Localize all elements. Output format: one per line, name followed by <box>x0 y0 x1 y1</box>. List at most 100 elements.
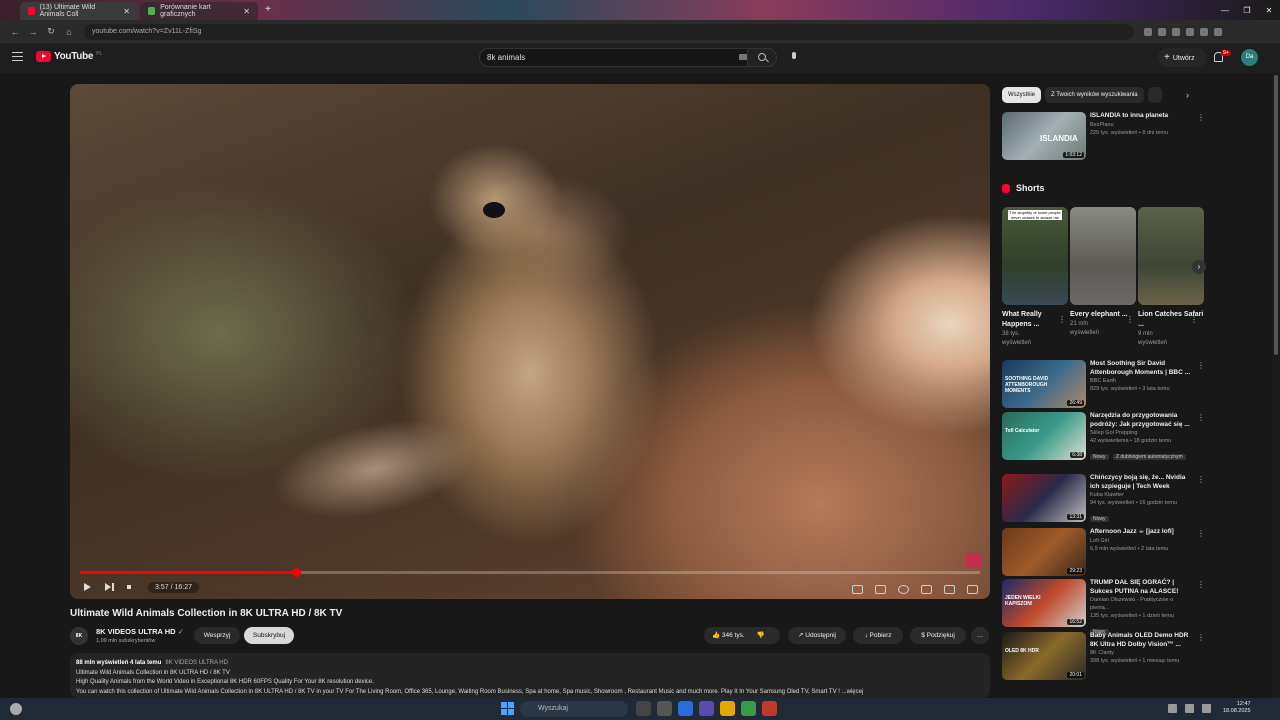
list-item[interactable]: 13:31 Chińczycy boją się, że... Nvidia ic… <box>1002 474 1205 524</box>
list-item[interactable]: SOOTHING DAVID ATTENBOROUGH MOMENTS 26:49… <box>1002 360 1205 410</box>
video-player[interactable]: 3:57 / 16:27 <box>70 84 990 599</box>
fullscreen-icon[interactable] <box>967 585 978 594</box>
like-button[interactable]: 👍 346 tys. <box>712 632 745 639</box>
chip-all[interactable]: Wszystkie <box>1002 87 1041 103</box>
bookmark-star-icon[interactable] <box>1158 27 1166 36</box>
list-item[interactable]: 29:23 Afternoon Jazz ☕ [jazz lofi] Lofi Gi… <box>1002 528 1205 578</box>
video-title[interactable]: Most Soothing Sir David Attenborough Mom… <box>1090 360 1192 377</box>
short-thumbnail[interactable] <box>1070 207 1136 305</box>
home-icon[interactable]: ⌂ <box>60 27 78 37</box>
support-button[interactable]: Wesprzyj <box>194 627 240 644</box>
description-box[interactable]: 88 mln wyświetleń 4 lata temu 8K VIDEOS U… <box>70 653 990 698</box>
play-icon[interactable] <box>82 582 92 592</box>
video-thumbnail[interactable]: OLED 8K HDR 20:01 <box>1002 632 1086 680</box>
list-item[interactable]: Toll Calculator 6:38 Narzędzia do przygoto… <box>1002 412 1205 462</box>
puzzle-icon[interactable] <box>1200 27 1208 36</box>
close-tab-icon[interactable]: ✕ <box>243 7 250 16</box>
keyboard-icon[interactable] <box>739 54 747 60</box>
chip-from-search[interactable]: Z Twoich wyników wyszukiwania <box>1045 87 1144 103</box>
short-thumbnail[interactable]: The stupidity of some people never cease… <box>1002 207 1068 305</box>
progress-bar[interactable] <box>80 568 980 577</box>
video-title[interactable]: TRUMP DAŁ SIĘ OGRAĆ? | Sukces PUTINA na … <box>1090 579 1192 596</box>
wifi-icon[interactable] <box>1185 704 1194 713</box>
video-title[interactable]: ISLANDIA to inna planeta <box>1090 112 1192 121</box>
youtube-logo[interactable]: YouTube PL <box>36 51 102 62</box>
miniplayer-icon[interactable] <box>921 585 932 594</box>
weather-widget-icon[interactable] <box>10 703 22 715</box>
shorts-next-button[interactable]: › <box>1192 260 1206 274</box>
video-thumbnail[interactable]: SOOTHING DAVID ATTENBOROUGH MOMENTS 26:49 <box>1002 360 1086 408</box>
more-options-icon[interactable]: ⋮ <box>1197 529 1205 538</box>
avatar[interactable]: Da <box>1241 49 1258 66</box>
dislike-icon[interactable]: 👎 <box>756 632 764 639</box>
next-icon[interactable] <box>104 582 114 592</box>
browser-tab-youtube[interactable]: (13) Ultimate Wild Animals Coll ✕ <box>20 2 138 20</box>
channel-name[interactable]: Sklep Gol Prepping <box>1090 429 1192 437</box>
channel-name[interactable]: Lofi Girl <box>1090 537 1192 545</box>
video-thumbnail[interactable]: Toll Calculator 6:38 <box>1002 412 1086 460</box>
more-options-icon[interactable]: ⋮ <box>1197 113 1205 122</box>
taskbar-clock[interactable]: 12:47 18.08.2025 <box>1223 701 1251 715</box>
more-options-icon[interactable]: ⋮ <box>1197 633 1205 642</box>
subtitles-icon[interactable] <box>875 585 886 594</box>
channel-avatar[interactable]: 8K <box>70 627 88 645</box>
thanks-button[interactable]: $ Podziękuj <box>910 627 966 644</box>
chevron-up-icon[interactable] <box>1168 704 1177 713</box>
minimize-button[interactable]: — <box>1214 6 1236 15</box>
more-options-icon[interactable]: ⋮ <box>1197 475 1205 484</box>
hamburger-menu-icon[interactable] <box>12 52 23 61</box>
task-view-icon[interactable] <box>636 701 651 716</box>
menu-icon[interactable] <box>1214 27 1222 36</box>
extension-icon[interactable] <box>1186 27 1194 36</box>
outlook-icon[interactable] <box>678 701 693 716</box>
subscribe-button[interactable]: Subskrybuj <box>244 627 294 644</box>
url-input[interactable]: youtube.com/watch?v=Zv11L-ZfiSg <box>84 23 1134 40</box>
more-actions-button[interactable]: … <box>971 627 989 644</box>
microphone-icon[interactable] <box>785 48 804 67</box>
list-item[interactable]: JEDEN WIELKI KAPISZON! 16:52 TRUMP DAŁ SIĘ… <box>1002 579 1205 635</box>
video-title[interactable]: Afternoon Jazz ☕ [jazz lofi] <box>1090 528 1192 537</box>
close-tab-icon[interactable]: ✕ <box>123 7 130 16</box>
short-thumbnail[interactable] <box>1138 207 1204 305</box>
page-scrollbar[interactable] <box>1272 73 1280 698</box>
share-button[interactable]: ↗ Udostępnij <box>788 627 846 644</box>
video-thumbnail[interactable]: 13:31 <box>1002 474 1086 522</box>
channel-name[interactable]: BezPlanu <box>1090 121 1192 129</box>
more-options-icon[interactable]: ⋮ <box>1197 580 1205 589</box>
video-thumbnail[interactable]: JEDEN WIELKI KAPISZON! 16:52 <box>1002 579 1086 627</box>
description-hashtag[interactable]: 8K VIDEOS ULTRA HD <box>165 660 228 666</box>
more-options-icon[interactable]: ⋮ <box>1058 315 1066 324</box>
file-explorer-icon[interactable] <box>720 701 735 716</box>
settings-gear-icon[interactable] <box>898 585 909 594</box>
channel-name[interactable]: 8K VIDEOS ULTRA HD ✓ <box>96 627 184 636</box>
search-input[interactable]: 8k animals ✕ <box>479 48 772 67</box>
chip-more[interactable] <box>1147 87 1162 103</box>
chevron-right-icon[interactable]: › <box>1186 90 1189 100</box>
maximize-button[interactable]: ❐ <box>1236 6 1258 15</box>
more-options-icon[interactable]: ⋮ <box>1197 413 1205 422</box>
more-options-icon[interactable]: ⋮ <box>1126 315 1134 324</box>
back-icon[interactable]: ← <box>6 27 24 37</box>
list-item[interactable]: OLED 8K HDR 20:01 Baby Animals OLED Demo H… <box>1002 632 1205 682</box>
widgets-icon[interactable] <box>657 701 672 716</box>
chrome-icon[interactable] <box>741 701 756 716</box>
channel-name[interactable]: Damian Olszewski - Praktycznie o pienią.… <box>1090 596 1192 612</box>
close-window-button[interactable]: ✕ <box>1258 6 1280 15</box>
scrollbar-thumb[interactable] <box>1274 75 1278 355</box>
create-button[interactable]: + Utwórz <box>1158 48 1206 67</box>
channel-name[interactable]: 8K Clarity <box>1090 649 1192 657</box>
volume-icon[interactable] <box>1202 704 1211 713</box>
list-item[interactable]: ISLANDIA 1:03:12 ISLANDIA to inna planet… <box>1002 112 1205 162</box>
video-title[interactable]: Narzędzia do przygotowania podróży: Jak … <box>1090 412 1192 429</box>
teams-icon[interactable] <box>699 701 714 716</box>
short-item[interactable]: Lion Catches Safari ... 9 mln wyświetleń <box>1138 207 1204 348</box>
new-tab-button[interactable]: + <box>262 4 274 16</box>
more-options-icon[interactable]: ⋮ <box>1190 315 1198 324</box>
browser-tab-gpu-compare[interactable]: Porównanie kart graficznych ✕ <box>140 2 258 20</box>
reload-icon[interactable]: ↻ <box>42 26 60 37</box>
theater-mode-icon[interactable] <box>944 585 955 594</box>
start-button-icon[interactable] <box>501 702 514 715</box>
more-options-icon[interactable]: ⋮ <box>1197 361 1205 370</box>
taskbar-search-input[interactable]: Wyszukaj <box>520 701 628 717</box>
video-title[interactable]: Baby Animals OLED Demo HDR 8K Ultra HD D… <box>1090 632 1192 649</box>
